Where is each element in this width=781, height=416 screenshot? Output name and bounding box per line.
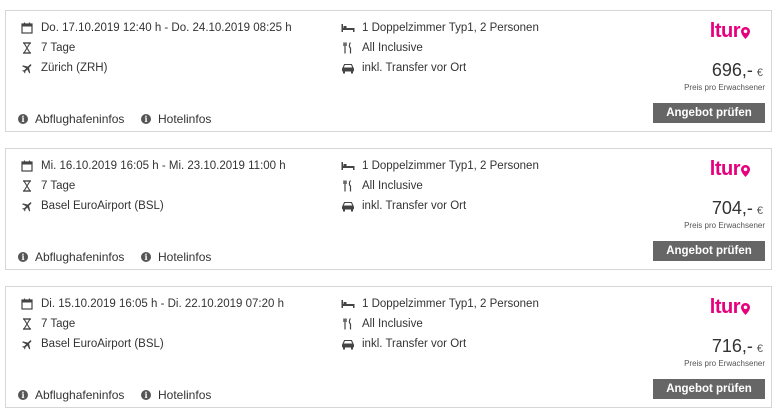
offer-card: Do. 17.10.2019 12:40 h - Do. 24.10.2019 …	[5, 10, 772, 132]
bed-icon	[341, 159, 355, 173]
plane-icon	[20, 337, 34, 351]
board-type: All Inclusive	[362, 42, 423, 54]
travel-dates: Di. 15.10.2019 16:05 h - Di. 22.10.2019 …	[41, 298, 284, 310]
location-pin-icon	[741, 298, 750, 321]
date-row: Di. 15.10.2019 16:05 h - Di. 22.10.2019 …	[20, 297, 284, 311]
room-type: 1 Doppelzimmer Typ1, 2 Personen	[362, 298, 539, 310]
airport-info-link[interactable]: i Abflughafeninfos	[18, 388, 124, 402]
bed-icon	[341, 21, 355, 35]
airport-row: Zürich (ZRH)	[20, 61, 107, 75]
date-row: Do. 17.10.2019 12:40 h - Do. 24.10.2019 …	[20, 21, 292, 35]
info-icon: i	[18, 390, 28, 400]
board-type: All Inclusive	[362, 180, 423, 192]
hourglass-icon	[20, 179, 34, 193]
airport-info-label: Abflughafeninfos	[35, 250, 125, 264]
transfer: inkl. Transfer vor Ort	[362, 62, 467, 74]
hotel-info-link[interactable]: i Hotelinfos	[141, 250, 211, 264]
transfer: inkl. Transfer vor Ort	[362, 338, 467, 350]
location-pin-icon	[741, 22, 750, 45]
board-row: All Inclusive	[341, 41, 423, 55]
travel-dates: Do. 17.10.2019 12:40 h - Do. 24.10.2019 …	[41, 22, 292, 34]
check-offer-button[interactable]: Angebot prüfen	[653, 379, 765, 399]
room-row: 1 Doppelzimmer Typ1, 2 Personen	[341, 159, 539, 173]
hourglass-icon	[20, 317, 34, 331]
room-row: 1 Doppelzimmer Typ1, 2 Personen	[341, 297, 539, 311]
departure-airport: Basel EuroAirport (BSL)	[41, 338, 164, 350]
ltur-logo: ltur	[710, 20, 750, 45]
car-icon	[341, 199, 355, 213]
price-amount: 696,-	[711, 60, 753, 80]
price: 716,- €	[712, 336, 763, 357]
price-note: Preis pro Erwachsener	[684, 359, 765, 368]
car-icon	[341, 61, 355, 75]
airport-row: Basel EuroAirport (BSL)	[20, 199, 164, 213]
hotel-info-label: Hotelinfos	[158, 388, 212, 402]
departure-airport: Basel EuroAirport (BSL)	[41, 200, 164, 212]
room-type: 1 Doppelzimmer Typ1, 2 Personen	[362, 160, 539, 172]
airport-info-label: Abflughafeninfos	[35, 112, 125, 126]
duration-row: 7 Tage	[20, 179, 75, 193]
price: 704,- €	[712, 198, 763, 219]
room-row: 1 Doppelzimmer Typ1, 2 Personen	[341, 21, 539, 35]
info-icon: i	[141, 114, 151, 124]
plane-icon	[20, 199, 34, 213]
cutlery-icon	[341, 41, 355, 55]
duration-row: 7 Tage	[20, 41, 75, 55]
hotel-info-link[interactable]: i Hotelinfos	[141, 112, 211, 126]
airport-info-link[interactable]: i Abflughafeninfos	[18, 250, 124, 264]
price: 696,- €	[712, 60, 763, 81]
offer-card: Mi. 16.10.2019 16:05 h - Mi. 23.10.2019 …	[5, 148, 772, 270]
airport-row: Basel EuroAirport (BSL)	[20, 337, 164, 351]
info-icon: i	[141, 390, 151, 400]
calendar-icon	[20, 297, 34, 311]
cutlery-icon	[341, 317, 355, 331]
info-icon: i	[18, 252, 28, 262]
calendar-icon	[20, 21, 34, 35]
board-row: All Inclusive	[341, 317, 423, 331]
location-pin-icon	[741, 160, 750, 183]
plane-icon	[20, 61, 34, 75]
car-icon	[341, 337, 355, 351]
calendar-icon	[20, 159, 34, 173]
price-currency: €	[756, 67, 763, 79]
price-note: Preis pro Erwachsener	[684, 221, 765, 230]
price-amount: 704,-	[711, 198, 753, 218]
date-row: Mi. 16.10.2019 16:05 h - Mi. 23.10.2019 …	[20, 159, 286, 173]
price-currency: €	[756, 205, 763, 217]
transfer-row: inkl. Transfer vor Ort	[341, 61, 466, 75]
price-amount: 716,-	[711, 336, 753, 356]
duration: 7 Tage	[41, 42, 76, 54]
ltur-logo: ltur	[710, 158, 750, 183]
offer-card: Di. 15.10.2019 16:05 h - Di. 22.10.2019 …	[5, 286, 772, 408]
hotel-info-link[interactable]: i Hotelinfos	[141, 388, 211, 402]
bed-icon	[341, 297, 355, 311]
hotel-info-label: Hotelinfos	[158, 112, 212, 126]
airport-info-link[interactable]: i Abflughafeninfos	[18, 112, 124, 126]
price-note: Preis pro Erwachsener	[684, 83, 765, 92]
duration: 7 Tage	[41, 318, 76, 330]
duration-row: 7 Tage	[20, 317, 75, 331]
transfer: inkl. Transfer vor Ort	[362, 200, 467, 212]
airport-info-label: Abflughafeninfos	[35, 388, 125, 402]
board-type: All Inclusive	[362, 318, 423, 330]
check-offer-button[interactable]: Angebot prüfen	[653, 241, 765, 261]
departure-airport: Zürich (ZRH)	[41, 62, 108, 74]
check-offer-button[interactable]: Angebot prüfen	[653, 103, 765, 123]
ltur-logo: ltur	[710, 296, 750, 321]
info-icon: i	[18, 114, 28, 124]
hourglass-icon	[20, 41, 34, 55]
price-currency: €	[756, 343, 763, 355]
travel-dates: Mi. 16.10.2019 16:05 h - Mi. 23.10.2019 …	[41, 160, 286, 172]
transfer-row: inkl. Transfer vor Ort	[341, 337, 466, 351]
board-row: All Inclusive	[341, 179, 423, 193]
duration: 7 Tage	[41, 180, 76, 192]
room-type: 1 Doppelzimmer Typ1, 2 Personen	[362, 22, 539, 34]
info-icon: i	[141, 252, 151, 262]
transfer-row: inkl. Transfer vor Ort	[341, 199, 466, 213]
cutlery-icon	[341, 179, 355, 193]
hotel-info-label: Hotelinfos	[158, 250, 212, 264]
